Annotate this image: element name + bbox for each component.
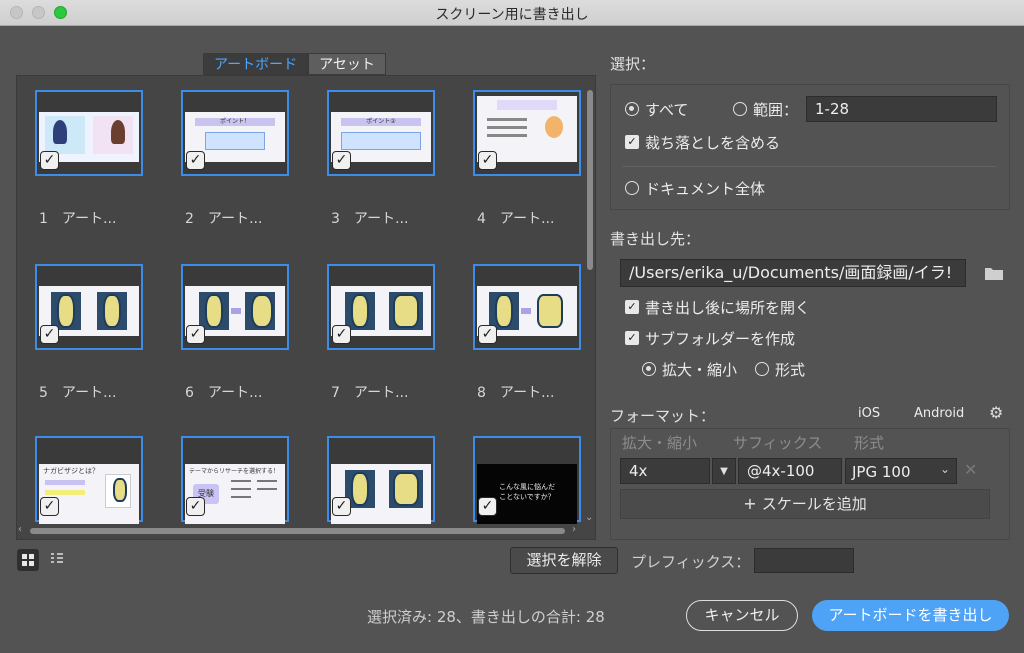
select-checkbox[interactable]: ✓ — [332, 151, 351, 170]
plus-icon: + — [743, 494, 762, 513]
format-select-value: JPG 100 — [852, 463, 911, 481]
radio-subfolder-format-label: 形式 — [775, 361, 806, 379]
scrollbar-thumb[interactable] — [587, 90, 593, 270]
artboard-label-5: 5 アート... — [39, 385, 117, 401]
scroll-left-arrow-icon[interactable]: ‹ — [18, 524, 22, 535]
remove-scale-icon[interactable]: ✕ — [964, 460, 977, 479]
scrollbar-thumb[interactable] — [30, 528, 565, 534]
select-checkbox[interactable]: ✓ — [40, 325, 59, 344]
scroll-down-arrow-icon[interactable]: ⌄ — [585, 512, 593, 523]
artboard-label-7: 7 アート... — [331, 385, 409, 401]
include-bleed-label: 裁ち落としを含める — [645, 134, 781, 152]
artboard-thumbnail-12[interactable]: こんな風に悩んだことないですか？ ✓ — [473, 436, 581, 524]
radio-subfolder-scale[interactable] — [642, 362, 656, 376]
divider — [622, 166, 997, 167]
select-checkbox[interactable]: ✓ — [40, 497, 59, 516]
artboard-grid: ✓ 1 アート... ポイント！ ✓ 2 アート... ポイント② ✓ 3 アー… — [16, 75, 596, 540]
artboard-thumbnail-8[interactable]: ✓ — [473, 264, 581, 350]
column-scale: 拡大・縮小 — [622, 434, 698, 452]
format-select[interactable]: JPG 100 ⌄ — [845, 458, 957, 484]
artboard-thumbnail-2[interactable]: ポイント！ ✓ — [181, 90, 289, 176]
include-bleed-checkbox[interactable]: ✓ — [625, 135, 639, 149]
open-after-export-checkbox[interactable]: ✓ — [625, 300, 639, 314]
artboard-thumbnail-5[interactable]: ✓ — [35, 264, 143, 350]
export-path-field[interactable]: /Users/erika_u/Documents/画面録画/イラ! — [620, 259, 966, 287]
select-checkbox[interactable]: ✓ — [332, 497, 351, 516]
select-checkbox[interactable]: ✓ — [478, 497, 497, 516]
artboard-label-8: 8 アート... — [477, 385, 555, 401]
list-view-button[interactable] — [46, 549, 68, 571]
format-heading: フォーマット： — [610, 407, 716, 425]
export-to-heading: 書き出し先： — [610, 230, 701, 248]
radio-whole-document[interactable] — [625, 181, 639, 195]
radio-subfolder-format[interactable] — [755, 362, 769, 376]
scale-dropdown-button[interactable]: ▼ — [712, 458, 736, 484]
selection-heading: 選択： — [610, 55, 656, 73]
list-view-icon — [51, 553, 63, 567]
artboard-thumbnail-11[interactable]: ✓ — [327, 436, 435, 524]
radio-subfolder-scale-label: 拡大・縮小 — [662, 361, 738, 379]
create-subfolders-checkbox[interactable]: ✓ — [625, 331, 639, 345]
title-bar: スクリーン用に書き出し — [0, 0, 1024, 26]
radio-all[interactable] — [625, 102, 639, 116]
tab-artboards[interactable]: アートボード — [203, 53, 309, 75]
add-scale-label: スケールを追加 — [761, 495, 867, 513]
prefix-label: プレフィックス： — [631, 553, 751, 571]
prefix-input[interactable] — [754, 548, 854, 573]
android-preset-button[interactable]: Android — [914, 406, 964, 421]
ios-preset-button[interactable]: iOS — [858, 406, 880, 421]
radio-all-label: すべて — [645, 101, 689, 119]
artboard-label-2: 2 アート... — [185, 211, 263, 227]
deselect-button[interactable]: 選択を解除 — [510, 547, 618, 574]
range-input[interactable]: 1-28 — [806, 96, 997, 122]
select-checkbox[interactable]: ✓ — [478, 325, 497, 344]
artboard-thumbnail-10[interactable]: テーマからリサーチを選択する！ 受験 ✓ — [181, 436, 289, 524]
vertical-scrollbar[interactable] — [585, 86, 595, 526]
column-suffix: サフィックス — [733, 434, 823, 452]
select-checkbox[interactable]: ✓ — [186, 325, 205, 344]
artboard-thumbnail-9[interactable]: ナガビザジとは？ ✓ — [35, 436, 143, 524]
radio-range[interactable] — [733, 102, 747, 116]
artboard-label-6: 6 アート... — [185, 385, 263, 401]
grid-view-button[interactable] — [17, 549, 39, 571]
gear-icon[interactable]: ⚙ — [989, 405, 1005, 421]
artboard-thumbnail-3[interactable]: ポイント② ✓ — [327, 90, 435, 176]
artboard-thumbnail-6[interactable]: ✓ — [181, 264, 289, 350]
export-status: 選択済み: 28、書き出しの合計: 28 — [367, 608, 605, 626]
artboard-label-1: 1 アート... — [39, 211, 117, 227]
artboard-thumbnail-7[interactable]: ✓ — [327, 264, 435, 350]
horizontal-scrollbar[interactable]: ‹ › — [16, 524, 596, 538]
select-checkbox[interactable]: ✓ — [332, 325, 351, 344]
tab-assets[interactable]: アセット — [308, 53, 386, 75]
suffix-input[interactable]: @4x-100 — [738, 458, 842, 484]
radio-range-label: 範囲： — [753, 101, 799, 119]
scroll-right-arrow-icon[interactable]: › — [572, 524, 576, 535]
select-checkbox[interactable]: ✓ — [186, 151, 205, 170]
grid-view-icon — [22, 554, 34, 566]
panel-tabs: アートボード アセット — [203, 53, 386, 75]
radio-whole-document-label: ドキュメント全体 — [645, 180, 766, 198]
column-format: 形式 — [854, 434, 885, 452]
scale-input[interactable]: 4x — [620, 458, 710, 484]
window-title: スクリーン用に書き出し — [435, 7, 589, 23]
export-artboards-button[interactable]: アートボードを書き出し — [812, 600, 1009, 631]
cancel-button[interactable]: キャンセル — [686, 600, 798, 631]
create-subfolders-label: サブフォルダーを作成 — [645, 330, 796, 348]
artboard-thumbnail-4[interactable]: ✓ — [473, 90, 581, 176]
open-after-export-label: 書き出し後に場所を開く — [645, 299, 811, 317]
artboard-label-3: 3 アート... — [331, 211, 409, 227]
artboard-label-4: 4 アート... — [477, 211, 555, 227]
folder-icon[interactable] — [984, 266, 1004, 281]
chevron-down-icon: ⌄ — [939, 462, 950, 476]
add-scale-button[interactable]: + スケールを追加 — [620, 489, 990, 519]
artboard-thumbnail-1[interactable]: ✓ — [35, 90, 143, 176]
select-checkbox[interactable]: ✓ — [186, 497, 205, 516]
select-checkbox[interactable]: ✓ — [478, 151, 497, 170]
select-checkbox[interactable]: ✓ — [40, 151, 59, 170]
